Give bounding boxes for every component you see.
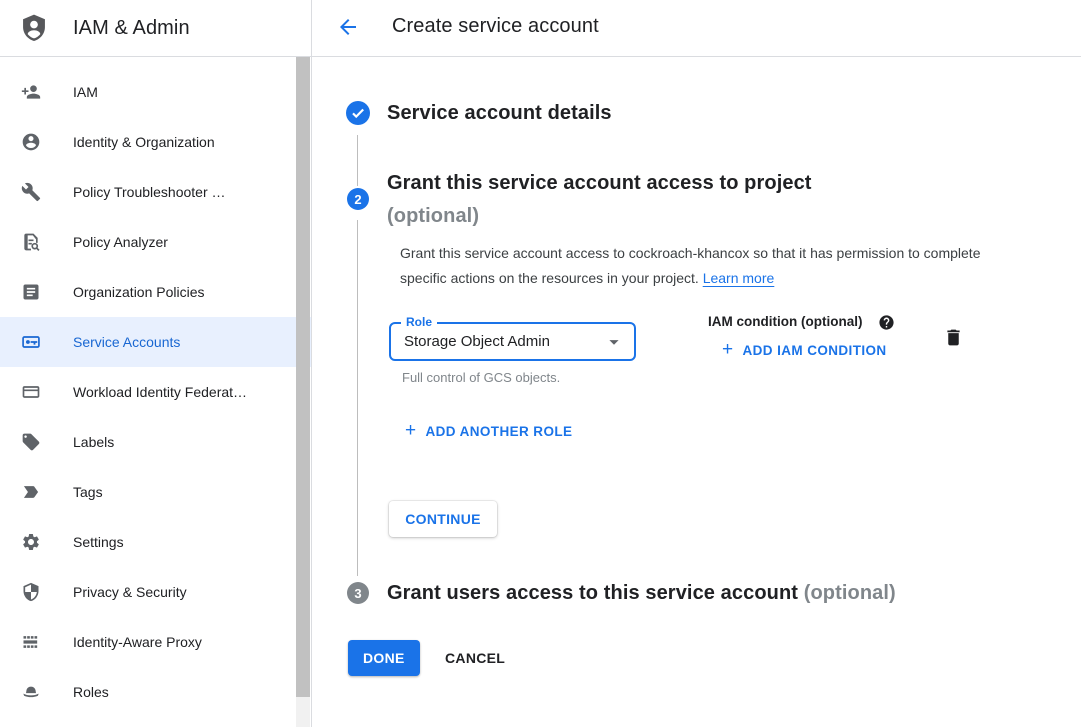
sidebar: IAM & Admin IAM Identity & Organization …	[0, 0, 312, 727]
article-icon	[21, 282, 41, 302]
gear-icon	[21, 532, 41, 552]
iam-admin-shield-icon	[19, 13, 49, 43]
step3-title-text: Grant users access to this service accou…	[387, 582, 798, 604]
help-icon[interactable]	[878, 314, 895, 331]
sidebar-item-organization-policies[interactable]: Organization Policies	[0, 267, 311, 317]
sidebar-item-labels[interactable]: Labels	[0, 417, 311, 467]
sidebar-nav: IAM Identity & Organization Policy Troub…	[0, 57, 311, 717]
add-another-role-button[interactable]: + ADD ANOTHER ROLE	[405, 422, 572, 440]
done-button[interactable]: DONE	[348, 640, 420, 676]
sidebar-item-tags[interactable]: Tags	[0, 467, 311, 517]
stepper-connector	[357, 135, 358, 186]
app-window: IAM & Admin IAM Identity & Organization …	[0, 0, 1081, 727]
sidebar-title: IAM & Admin	[73, 17, 190, 40]
step3-number-badge: 3	[347, 582, 369, 604]
step2-description: Grant this service account access to coc…	[400, 241, 994, 291]
role-selected-value: Storage Object Admin	[404, 333, 550, 350]
sidebar-item-roles[interactable]: Roles	[0, 667, 311, 717]
sidebar-item-policy-troubleshooter[interactable]: Policy Troubleshooter …	[0, 167, 311, 217]
learn-more-link[interactable]: Learn more	[703, 270, 775, 286]
sidebar-header: IAM & Admin	[0, 0, 311, 57]
role-helper-text: Full control of GCS objects.	[402, 370, 560, 385]
sidebar-scrollbar-thumb[interactable]	[296, 57, 310, 697]
step2-optional-label: (optional)	[387, 200, 812, 233]
account-circle-icon	[21, 132, 41, 152]
sidebar-item-iam[interactable]: IAM	[0, 67, 311, 117]
role-field-label: Role	[401, 315, 437, 329]
page-title: Create service account	[392, 15, 599, 38]
stepper-connector	[357, 220, 358, 576]
step3-title: Grant users access to this service accou…	[387, 579, 896, 607]
cancel-button[interactable]: CANCEL	[435, 640, 515, 676]
create-service-account-form: Service account details 2 Grant this ser…	[312, 57, 1081, 727]
continue-button[interactable]: CONTINUE	[389, 501, 497, 537]
hat-icon	[21, 682, 41, 702]
iam-condition-label: IAM condition (optional)	[708, 314, 862, 329]
role-select[interactable]: Role Storage Object Admin	[389, 322, 636, 361]
chevron-down-icon	[603, 331, 625, 353]
sidebar-item-identity-aware-proxy[interactable]: Identity-Aware Proxy	[0, 617, 311, 667]
person-add-icon	[21, 82, 41, 102]
shield-half-icon	[21, 582, 41, 602]
sidebar-item-workload-identity-federation[interactable]: Workload Identity Federat…	[0, 367, 311, 417]
proxy-grid-icon	[21, 632, 41, 652]
step2-title: Grant this service account access to pro…	[387, 167, 812, 233]
back-arrow-icon[interactable]	[336, 15, 360, 39]
add-iam-condition-button[interactable]: + ADD IAM CONDITION	[722, 341, 887, 359]
plus-icon: +	[722, 341, 734, 359]
step2-number-badge: 2	[347, 188, 369, 210]
tag-arrow-icon	[21, 482, 41, 502]
step2-title-text: Grant this service account access to pro…	[387, 167, 812, 200]
sidebar-item-service-accounts[interactable]: Service Accounts	[0, 317, 311, 367]
sidebar-item-privacy-security[interactable]: Privacy & Security	[0, 567, 311, 617]
sidebar-item-identity-organization[interactable]: Identity & Organization	[0, 117, 311, 167]
sidebar-item-settings[interactable]: Settings	[0, 517, 311, 567]
id-card-icon	[21, 382, 41, 402]
service-account-key-icon	[21, 332, 41, 352]
sidebar-item-policy-analyzer[interactable]: Policy Analyzer	[0, 217, 311, 267]
delete-role-icon[interactable]	[943, 327, 964, 348]
plus-icon: +	[405, 422, 417, 440]
wrench-icon	[21, 182, 41, 202]
main-header: Create service account	[312, 0, 1081, 57]
step3-optional-label: (optional)	[804, 582, 896, 604]
step1-completed-check-icon	[346, 101, 370, 125]
label-tag-icon	[21, 432, 41, 452]
main-content: Create service account Service account d…	[312, 0, 1081, 727]
step1-title[interactable]: Service account details	[387, 99, 612, 127]
document-search-icon	[21, 232, 41, 252]
